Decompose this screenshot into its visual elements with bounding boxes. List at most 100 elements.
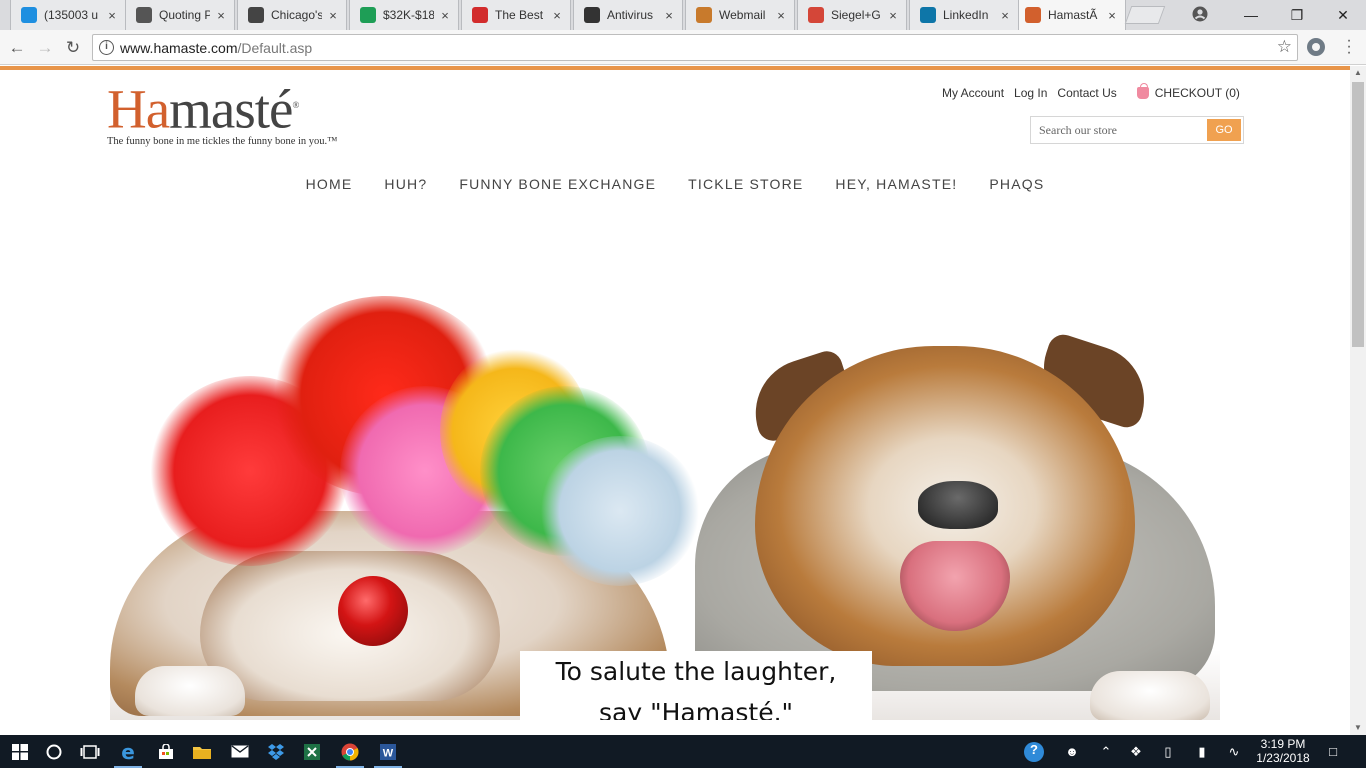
chrome-icon[interactable] [330, 735, 370, 768]
browser-tab-title: LinkedIn [943, 8, 989, 22]
checkout-link[interactable]: CHECKOUT (0) [1155, 86, 1240, 100]
scroll-up-arrow-icon[interactable]: ▲ [1350, 66, 1366, 80]
help-icon[interactable]: ? [1024, 742, 1044, 762]
mail-icon[interactable] [220, 735, 260, 768]
header-accent-bar [0, 66, 1350, 70]
logo-wordmark: Hamasté® [107, 78, 299, 140]
nav-huh[interactable]: HUH? [384, 176, 427, 192]
utility-links: My Account Log In Contact Us CHECKOUT (0… [942, 83, 1240, 100]
logo-tagline: The funny bone in me tickles the funny b… [107, 136, 338, 147]
linkedin-icon [920, 7, 936, 23]
battery-icon[interactable]: ▮ [1194, 744, 1210, 760]
hero-caption-line-2: say "Hamasté." [598, 698, 794, 720]
extension-icon[interactable] [1307, 38, 1325, 56]
task-view-icon[interactable] [70, 735, 110, 768]
browser-tab-title: Antivirus [607, 8, 654, 22]
tab-close-icon[interactable]: × [774, 8, 788, 23]
clown-wig-blue [540, 436, 700, 586]
hero-banner-image[interactable]: To salute the laughter, say "Hamasté." [110, 266, 1220, 720]
new-tab-button[interactable] [1124, 6, 1166, 24]
nav-funny-bone-exchange[interactable]: FUNNY BONE EXCHANGE [459, 176, 656, 192]
browser-tab[interactable]: Webmail × [685, 0, 795, 30]
chrome-menu-icon[interactable]: · · · [1342, 33, 1356, 61]
scroll-down-arrow-icon[interactable]: ▼ [1350, 721, 1366, 735]
minimize-button[interactable]: — [1228, 0, 1274, 30]
hero-caption: To salute the laughter, say "Hamasté." [520, 651, 872, 720]
dropbox-tray-icon[interactable]: ❖ [1128, 744, 1144, 760]
browser-tab[interactable]: $32K-$18 × [349, 0, 459, 30]
clown-red-nose [338, 576, 408, 646]
browser-tab-strip: HamastÃ × LinkedIn × Siegel+G × Webmail × Antivi… [0, 0, 1366, 30]
dropbox-icon[interactable] [256, 735, 296, 768]
store-icon[interactable] [146, 735, 186, 768]
site-logo[interactable]: Hamasté® The funny bone in me tickles th… [107, 78, 357, 153]
pushpin-icon [136, 7, 152, 23]
browser-tab[interactable]: Antivirus × [573, 0, 683, 30]
action-center-icon[interactable]: □ [1325, 744, 1341, 760]
tab-close-icon[interactable]: × [662, 8, 676, 23]
browser-tab-title: $32K-$18 [383, 8, 434, 22]
shopping-bag-icon[interactable] [1136, 83, 1149, 99]
back-arrow-icon[interactable]: ← [6, 37, 28, 59]
pc-logo-icon [472, 7, 488, 23]
word-icon[interactable]: W [368, 735, 408, 768]
store-search: GO [1030, 116, 1244, 144]
browser-tab-title: The Best C [495, 8, 546, 22]
tab-close-icon[interactable]: × [550, 8, 564, 23]
forward-arrow-icon[interactable]: → [34, 37, 56, 59]
hero-caption-line-1: To salute the laughter, [555, 657, 837, 686]
contact-us-link[interactable]: Contact Us [1057, 86, 1116, 100]
windows-taskbar: e W ? ☻ ⌃ ❖ ▯ ▮ ∿ 3:19 PM 1/23/2018 □ [0, 735, 1366, 768]
tab-close-icon[interactable]: × [438, 8, 452, 23]
browser-tab-title: HamastÃ [1048, 8, 1098, 22]
url-text[interactable]: www.hamaste.com/Default.asp [120, 40, 312, 56]
site-info-icon[interactable]: i [99, 40, 114, 55]
tab-close-icon[interactable]: × [214, 8, 228, 23]
browser-tab-title: Chicago's [271, 8, 322, 22]
wifi-icon[interactable]: ∿ [1226, 744, 1242, 760]
edge-icon[interactable]: e [108, 735, 148, 768]
profile-icon[interactable] [1192, 6, 1208, 22]
people-icon[interactable]: ☻ [1064, 744, 1080, 760]
file-explorer-icon[interactable] [182, 735, 222, 768]
address-bar[interactable]: i www.hamaste.com/Default.asp ☆ [92, 34, 1298, 61]
nav-hey-hamaste[interactable]: HEY, HAMASTE! [835, 176, 957, 192]
usb-device-icon[interactable]: ▯ [1160, 744, 1176, 760]
nav-tickle-store[interactable]: TICKLE STORE [688, 176, 803, 192]
gmail-icon [808, 7, 824, 23]
att-globe-icon [21, 7, 37, 23]
browser-tab[interactable]: LinkedIn × [909, 0, 1019, 30]
bookmark-star-icon[interactable]: ☆ [1277, 37, 1292, 57]
cortana-icon[interactable] [34, 735, 74, 768]
c-letter-icon [248, 7, 264, 23]
tab-close-icon[interactable]: × [326, 8, 340, 23]
search-go-button[interactable]: GO [1207, 119, 1241, 141]
my-account-link[interactable]: My Account [942, 86, 1004, 100]
browser-tab[interactable]: Siegel+G × [797, 0, 907, 30]
log-in-link[interactable]: Log In [1014, 86, 1047, 100]
nav-phaqs[interactable]: PHAQS [989, 176, 1044, 192]
hamaste-icon [1025, 7, 1041, 23]
tab-close-icon[interactable]: × [886, 8, 900, 23]
excel-icon[interactable] [292, 735, 332, 768]
tab-close-icon[interactable]: × [105, 8, 119, 23]
shield-logo-icon [584, 7, 600, 23]
browser-tab[interactable]: (135003 u × [10, 0, 126, 30]
browser-tab[interactable]: The Best C × [461, 0, 571, 30]
close-window-button[interactable]: ✕ [1320, 0, 1366, 30]
tab-close-icon[interactable]: × [998, 8, 1012, 23]
store-search-input[interactable] [1031, 117, 1207, 143]
show-hidden-icons-chevron-icon[interactable]: ⌃ [1098, 744, 1114, 760]
taskbar-clock[interactable]: 3:19 PM 1/23/2018 [1245, 737, 1321, 765]
page-scrollbar[interactable]: ▲ ▼ [1350, 66, 1366, 735]
browser-tab-title: (135003 u [44, 8, 99, 22]
nav-home[interactable]: HOME [306, 176, 353, 192]
tab-close-icon[interactable]: × [1105, 8, 1119, 23]
reload-icon[interactable]: ↻ [62, 37, 84, 59]
browser-tab[interactable]: Chicago's × [237, 0, 347, 30]
scroll-thumb[interactable] [1352, 82, 1364, 347]
restore-button[interactable]: ❐ [1274, 0, 1320, 30]
clock-time: 3:19 PM [1260, 737, 1306, 751]
browser-tab[interactable]: Quoting P × [125, 0, 235, 30]
browser-tab[interactable]: HamastÃ × [1014, 0, 1126, 30]
